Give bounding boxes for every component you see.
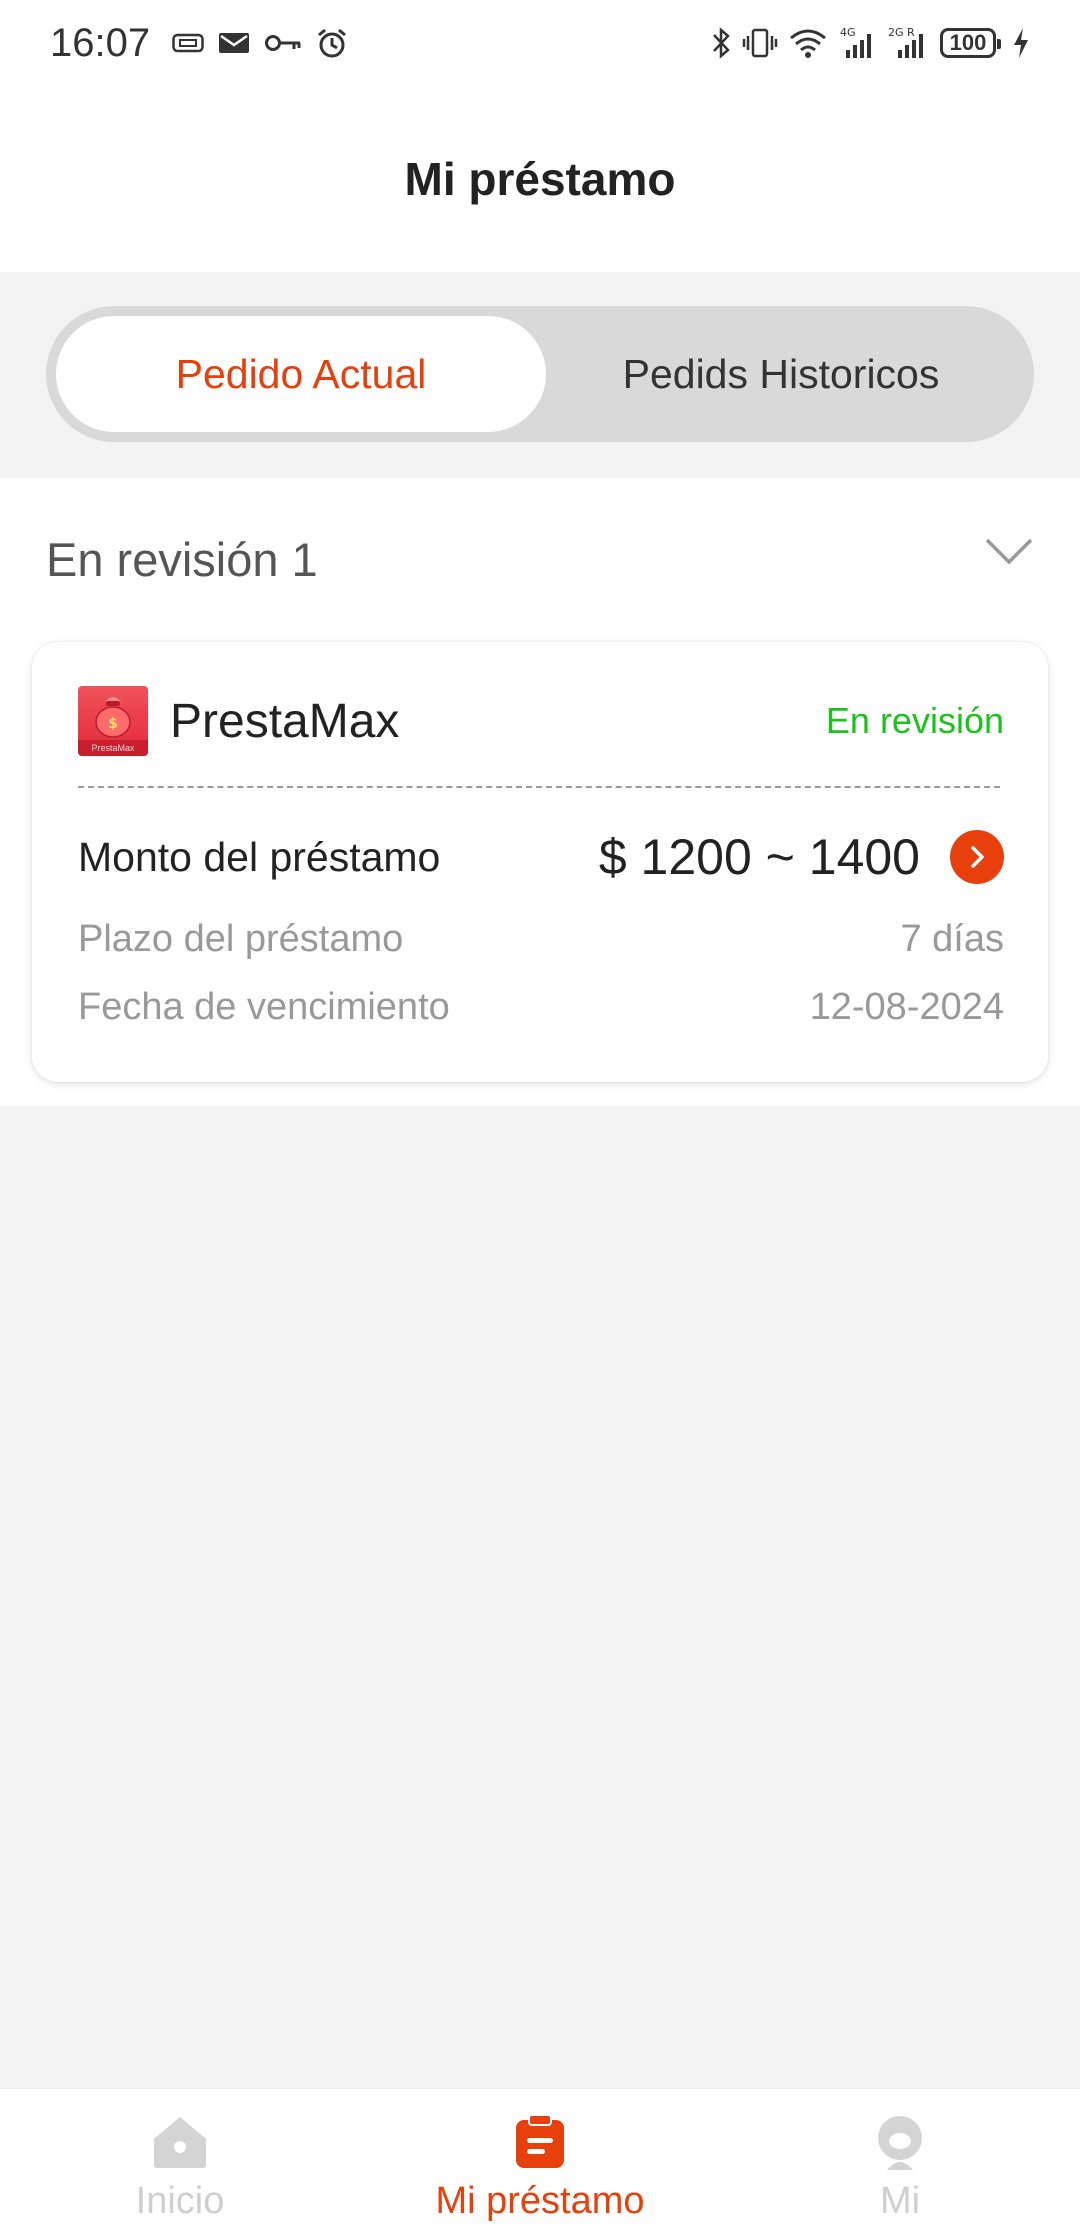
due-date-value: 12-08-2024 bbox=[809, 985, 1004, 1028]
mail-icon bbox=[218, 31, 250, 55]
bottom-nav: Inicio Mi préstamo Mi bbox=[0, 2088, 1080, 2240]
bluetooth-icon bbox=[710, 26, 732, 60]
amount-label: Monto del préstamo bbox=[78, 833, 441, 880]
profile-icon bbox=[872, 2114, 928, 2170]
screen: 16:07 4G 2G R 100 Mi préstamo Pedido Act… bbox=[0, 0, 1080, 2240]
tab-pedido-actual[interactable]: Pedido Actual bbox=[56, 316, 546, 432]
term-row: Plazo del préstamo 7 días bbox=[78, 914, 1004, 964]
nav-label: Mi préstamo bbox=[435, 2180, 645, 2222]
nav-label: Mi bbox=[879, 2180, 921, 2222]
key-icon bbox=[264, 32, 302, 54]
status-bar: 16:07 4G 2G R 100 bbox=[0, 0, 1080, 86]
orders-section: En revisión 1 $ PrestaMax PrestaMax En r… bbox=[0, 478, 1080, 1106]
status-left: 16:07 bbox=[50, 21, 348, 66]
amount-row: Monto del préstamo $ 1200 ~ 1400 bbox=[78, 822, 1004, 892]
nav-item-mi[interactable]: Mi bbox=[720, 2089, 1080, 2240]
nav-label: Inicio bbox=[135, 2180, 225, 2222]
tab-label: Pedids Historicos bbox=[622, 350, 940, 397]
tab-label: Pedido Actual bbox=[175, 350, 427, 397]
chevron-right-icon[interactable] bbox=[950, 830, 1004, 884]
wifi-icon bbox=[788, 27, 828, 59]
nav-item-inicio[interactable]: Inicio bbox=[0, 2089, 360, 2240]
vibrate-icon bbox=[742, 27, 778, 59]
alarm-icon bbox=[316, 27, 348, 59]
group-title: En revisión 1 bbox=[46, 532, 318, 586]
term-value: 7 días bbox=[900, 917, 1004, 960]
tabs-area: Pedido Actual Pedids Historicos bbox=[0, 272, 1080, 478]
home-icon bbox=[152, 2114, 208, 2170]
chevron-down-icon[interactable] bbox=[984, 536, 1034, 571]
app-name: PrestaMax bbox=[170, 694, 400, 748]
svg-text:4G: 4G bbox=[840, 26, 856, 39]
group-header[interactable]: En revisión 1 bbox=[46, 528, 1034, 590]
status-icons-right: 4G 2G R 100 bbox=[710, 26, 1030, 60]
segmented-control: Pedido Actual Pedids Historicos bbox=[46, 306, 1034, 442]
battery-level: 100 bbox=[949, 30, 987, 55]
svg-text:2G R: 2G R bbox=[888, 26, 915, 39]
signal-4g-icon: 4G bbox=[838, 26, 876, 60]
sim-card-icon bbox=[172, 32, 204, 54]
nav-item-mi-prestamo[interactable]: Mi préstamo bbox=[360, 2089, 720, 2240]
amount-value: $ 1200 ~ 1400 bbox=[598, 829, 920, 885]
loan-card[interactable]: $ PrestaMax PrestaMax En revisión Monto … bbox=[32, 642, 1048, 1082]
status-badge: En revisión bbox=[825, 700, 1004, 741]
logo-text: PrestaMax bbox=[78, 740, 148, 756]
status-time: 16:07 bbox=[50, 20, 151, 65]
charging-icon bbox=[1012, 27, 1030, 59]
app-logo: $ PrestaMax bbox=[78, 686, 148, 756]
header: Mi préstamo bbox=[0, 86, 1080, 272]
dashed-divider bbox=[78, 786, 1000, 788]
card-header: $ PrestaMax PrestaMax En revisión bbox=[78, 686, 1004, 756]
battery-icon: 100 bbox=[940, 28, 1001, 58]
term-label: Plazo del préstamo bbox=[78, 917, 404, 960]
clipboard-icon bbox=[512, 2114, 568, 2170]
due-date-label: Fecha de vencimiento bbox=[78, 985, 450, 1028]
due-date-row: Fecha de vencimiento 12-08-2024 bbox=[78, 982, 1004, 1032]
signal-2g-icon: 2G R bbox=[886, 26, 930, 60]
svg-text:$: $ bbox=[108, 716, 118, 732]
page-title: Mi préstamo bbox=[404, 153, 676, 205]
tab-pedidos-historicos[interactable]: Pedids Historicos bbox=[536, 316, 1026, 432]
